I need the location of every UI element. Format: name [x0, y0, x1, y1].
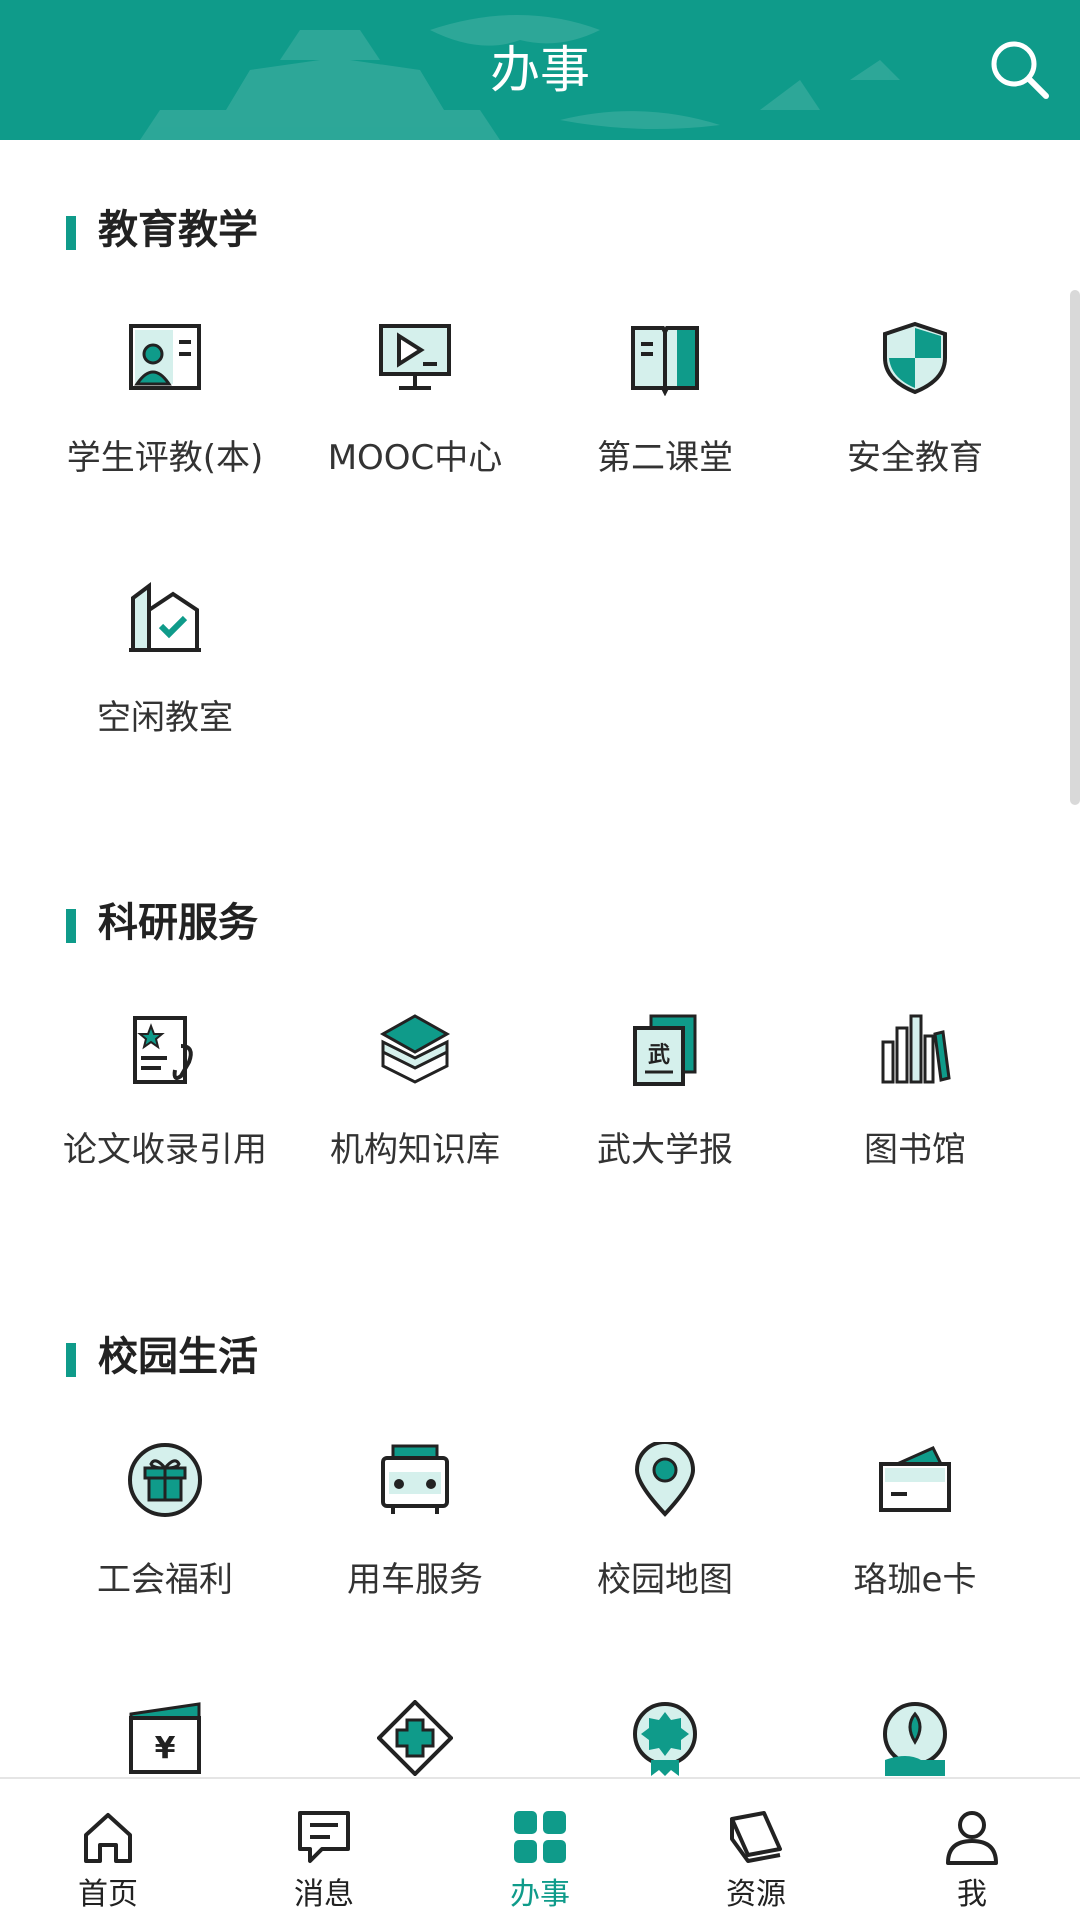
services-content[interactable]: 教育教学 学生评教(本) MOOC中心 第二课堂 安全教育 空闲教室 科研服务 …	[0, 140, 1080, 1777]
section-marker	[66, 216, 76, 250]
tab-me[interactable]: 我	[864, 1779, 1080, 1922]
service-tile[interactable]	[290, 1700, 540, 1777]
card-icon	[879, 1446, 951, 1512]
journal-icon: 武	[633, 1014, 697, 1086]
service-paper-citation[interactable]: 论文收录引用	[40, 1012, 290, 1252]
service-luojia-ecard[interactable]: 珞珈e卡	[790, 1442, 1040, 1682]
service-vehicle[interactable]: 用车服务	[290, 1442, 540, 1682]
service-label: 图书馆	[864, 1130, 966, 1170]
service-label: 安全教育	[847, 438, 983, 478]
service-label: 珞珈e卡	[853, 1560, 977, 1600]
page-title: 办事	[490, 41, 590, 99]
section-title-text: 校园生活	[98, 1334, 258, 1380]
service-whu-journal[interactable]: 武 武大学报	[540, 1012, 790, 1252]
service-label: MOOC中心	[327, 438, 503, 478]
message-icon	[298, 1811, 350, 1863]
service-tile[interactable]: ¥	[40, 1700, 290, 1777]
globe-hand-icon	[883, 1702, 947, 1776]
service-safety-education[interactable]: 安全教育	[790, 320, 1040, 560]
section-marker	[66, 909, 76, 943]
layers-icon	[379, 1014, 451, 1084]
tab-home[interactable]: 首页	[0, 1779, 216, 1922]
tab-resources[interactable]: 资源	[648, 1779, 864, 1922]
tab-label: 消息	[294, 1877, 354, 1912]
gift-icon	[128, 1443, 202, 1517]
yuan-wallet-icon: ¥	[129, 1702, 201, 1774]
student-card-icon	[129, 324, 201, 390]
home-icon	[84, 1813, 132, 1863]
search-icon[interactable]	[988, 38, 1052, 102]
app-header: 办事	[0, 0, 1080, 140]
grid-icon	[514, 1811, 566, 1863]
service-label: 机构知识库	[330, 1130, 500, 1170]
tab-label: 我	[957, 1877, 987, 1912]
service-campus-map[interactable]: 校园地图	[540, 1442, 790, 1682]
service-library[interactable]: 图书馆	[790, 1012, 1040, 1252]
tab-services[interactable]: 办事	[432, 1779, 648, 1922]
service-label: 空闲教室	[97, 698, 233, 738]
bottom-tab-bar: 首页 消息 办事 资源 我	[0, 1777, 1080, 1920]
section-title-text: 科研服务	[98, 900, 258, 946]
tab-messages[interactable]: 消息	[216, 1779, 432, 1922]
map-pin-icon	[634, 1442, 696, 1517]
service-free-classroom[interactable]: 空闲教室	[40, 580, 290, 820]
section-marker	[66, 1343, 76, 1377]
service-label: 工会福利	[97, 1560, 233, 1600]
section-title-teaching: 教育教学	[66, 200, 258, 260]
service-label: 校园地图	[597, 1560, 733, 1600]
svg-text:¥: ¥	[155, 1731, 176, 1766]
medical-cross-icon	[377, 1700, 453, 1776]
service-mooc[interactable]: MOOC中心	[290, 320, 540, 560]
tab-label: 首页	[78, 1877, 138, 1912]
service-tile[interactable]	[540, 1700, 790, 1777]
service-label: 用车服务	[347, 1560, 483, 1600]
service-label: 第二课堂	[597, 438, 733, 478]
book-stack-icon	[730, 1811, 782, 1863]
bookshelf-icon	[881, 1014, 951, 1084]
building-check-icon	[129, 582, 201, 652]
section-title-campus-life: 校园生活	[66, 1327, 258, 1387]
tab-label: 办事	[510, 1877, 570, 1912]
service-tile[interactable]	[790, 1700, 1040, 1777]
section-title-text: 教育教学	[98, 207, 258, 253]
shield-icon	[883, 321, 947, 395]
service-union-welfare[interactable]: 工会福利	[40, 1442, 290, 1682]
section-title-research: 科研服务	[66, 893, 258, 953]
service-second-classroom[interactable]: 第二课堂	[540, 320, 790, 560]
video-monitor-icon	[379, 324, 451, 390]
user-icon	[946, 1811, 998, 1865]
bus-icon	[381, 1444, 449, 1514]
open-book-icon	[631, 326, 699, 396]
badge-icon	[633, 1702, 697, 1776]
svg-text:武: 武	[648, 1043, 670, 1068]
service-label: 武大学报	[597, 1130, 733, 1170]
service-label: 学生评教(本)	[66, 438, 264, 478]
service-student-evaluation[interactable]: 学生评教(本)	[40, 320, 290, 560]
service-label: 论文收录引用	[63, 1130, 267, 1170]
tab-label: 资源	[726, 1877, 786, 1912]
paper-star-icon	[133, 1016, 193, 1084]
scrollbar[interactable]	[1070, 290, 1080, 805]
service-knowledge-base[interactable]: 机构知识库	[290, 1012, 540, 1252]
